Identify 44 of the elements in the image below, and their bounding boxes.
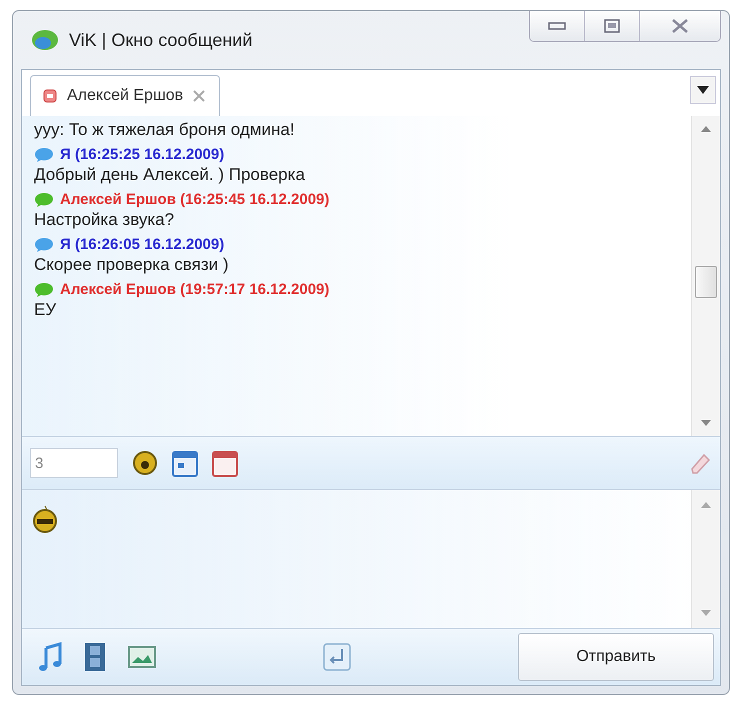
- message-header: Я (16:26:05 16.12.2009): [60, 236, 224, 253]
- maximize-icon: [604, 19, 620, 33]
- image-icon[interactable]: [128, 645, 156, 669]
- speech-bubble-icon: [34, 236, 54, 252]
- speech-bubble-icon: [34, 282, 54, 298]
- scroll-up-icon: [701, 126, 711, 132]
- message-header: Алексей Ершов (16:25:45 16.12.2009): [60, 191, 330, 208]
- chat-tab[interactable]: Алексей Ершов: [30, 75, 220, 116]
- speech-bubble-icon: [34, 192, 54, 208]
- minimize-button[interactable]: [530, 11, 585, 41]
- message-header: Я (16:25:25 16.12.2009): [60, 146, 224, 163]
- message-text: Скорее проверка связи ): [34, 255, 230, 275]
- caret-icon: [697, 86, 709, 94]
- scrollbar[interactable]: [691, 116, 720, 436]
- smiley-icon: [32, 504, 58, 534]
- scrollbar[interactable]: [691, 490, 720, 628]
- message-text: ЕУ: [34, 300, 58, 320]
- maximize-button[interactable]: [585, 11, 640, 41]
- speech-bubble-icon: [34, 146, 54, 162]
- smiley-icon[interactable]: [132, 450, 158, 476]
- scrollbar-thumb[interactable]: [695, 266, 717, 298]
- scroll-down-icon: [701, 610, 711, 616]
- calendar-icon[interactable]: [172, 449, 198, 477]
- enter-key-icon[interactable]: [322, 642, 352, 672]
- calendar-icon[interactable]: [212, 449, 238, 477]
- scroll-up-icon: [701, 502, 711, 508]
- close-button[interactable]: [640, 11, 720, 41]
- tab-dropdown-button[interactable]: [690, 76, 716, 104]
- font-size-field[interactable]: 3: [30, 448, 118, 478]
- message-header: Алексей Ершов (19:57:17 16.12.2009): [60, 281, 330, 298]
- scroll-down-icon: [701, 420, 711, 426]
- film-strip-icon[interactable]: [84, 642, 106, 672]
- window-title: ViK | Окно сообщений: [69, 30, 252, 50]
- message-text: Добрый день Алексей. ) Проверка: [34, 165, 306, 185]
- eraser-icon[interactable]: [688, 451, 712, 475]
- minimize-icon: [548, 22, 566, 30]
- message-text: Настройка звука?: [34, 210, 176, 230]
- message-text: ууу: То ж тяжелая броня одмина!: [34, 120, 296, 140]
- status-icon: [43, 89, 57, 103]
- app-logo-icon: [31, 28, 59, 52]
- music-note-icon[interactable]: [38, 642, 62, 672]
- close-icon[interactable]: [193, 90, 206, 102]
- send-button[interactable]: Отправить: [518, 633, 714, 681]
- close-icon: [671, 18, 689, 34]
